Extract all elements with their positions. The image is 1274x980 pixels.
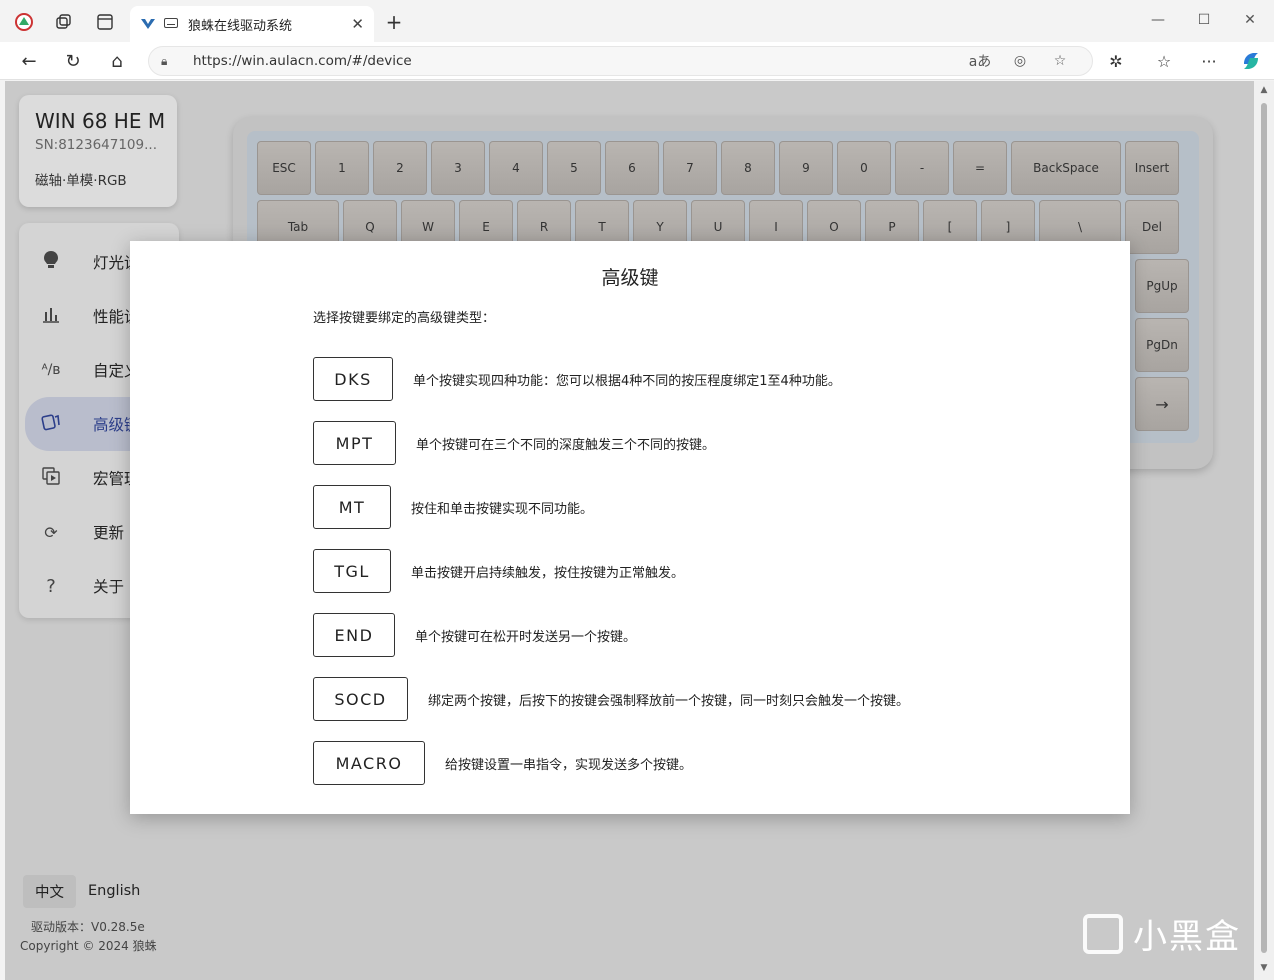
device-card[interactable]: WIN 68 HE M SN:8123647109... 磁轴·单模·RGB (19, 95, 177, 207)
mt-description: 按住和单击按键实现不同功能。 (411, 501, 594, 517)
key[interactable]: 8 (721, 141, 775, 195)
device-name: WIN 68 HE M (35, 109, 166, 133)
copyright: Copyright © 2024 狼蛛 (20, 939, 157, 953)
mpt-button[interactable]: MPT (313, 421, 396, 465)
watermark-logo-icon (1083, 913, 1123, 954)
scroll-down-icon[interactable]: ▼ (1258, 963, 1270, 973)
key[interactable]: Del (1125, 200, 1179, 254)
key-pgdn[interactable]: PgDn (1135, 318, 1189, 372)
bar-chart-icon (39, 305, 63, 327)
advanced-key-dialog: 高级键 选择按键要绑定的高级键类型： DKS 单个按键实现四种功能：您可以根据4… (130, 241, 1130, 814)
lang-en-button[interactable]: English (76, 877, 152, 905)
close-tab-icon[interactable]: ✕ (351, 15, 364, 33)
key[interactable]: 9 (779, 141, 833, 195)
new-tab-icon[interactable]: + (382, 10, 406, 34)
advanced-key-icon (39, 413, 63, 435)
mpt-description: 单个按键可在三个不同的深度触发三个不同的按键。 (416, 437, 716, 453)
scroll-thumb[interactable] (1261, 103, 1267, 953)
dialog-title: 高级键 (601, 267, 659, 289)
device-spec: 磁轴·单模·RGB (35, 173, 127, 189)
more-menu-icon[interactable]: ··· (1196, 48, 1222, 74)
browser-toolbar: ← ↻ ⌂ 🔒︎ https://win.aulacn.com/#/device… (0, 42, 1274, 80)
tracking-icon[interactable]: ◎ (1000, 53, 1040, 69)
question-icon: ? (46, 575, 56, 597)
watermark-text: 小黑盒 (1133, 917, 1241, 957)
option-row-tgl: TGL 单击按键开启持续触发，按住按键为正常触发。 (313, 549, 684, 593)
key-pgup[interactable]: PgUp (1135, 259, 1189, 313)
sidebar-item-label: 关于 (93, 578, 125, 596)
tab-actions-icon[interactable] (93, 10, 117, 34)
end-button[interactable]: END (313, 613, 395, 657)
watermark: 小黑盒 (1083, 909, 1241, 958)
site-favicon-icon (140, 16, 156, 32)
key[interactable]: = (953, 141, 1007, 195)
tgl-description: 单击按键开启持续触发，按住按键为正常触发。 (411, 565, 685, 581)
option-row-macro: MACRO 给按键设置一串指令，实现发送多个按键。 (313, 741, 692, 785)
read-aloud-icon[interactable]: aあ (960, 51, 1000, 71)
language-switch: 中文 English (23, 874, 152, 908)
url-text[interactable]: https://win.aulacn.com/#/device (193, 53, 960, 69)
minimize-icon[interactable]: — (1146, 8, 1170, 32)
socd-description: 绑定两个按键，后按下的按键会强制释放前一个按键，同一时刻只会触发一个按键。 (428, 693, 910, 709)
workspaces-icon[interactable] (51, 10, 75, 34)
option-row-mpt: MPT 单个按键可在三个不同的深度触发三个不同的按键。 (313, 421, 715, 465)
tgl-button[interactable]: TGL (313, 549, 391, 593)
profile-icon[interactable] (12, 10, 36, 34)
macro-description: 给按键设置一串指令，实现发送多个按键。 (445, 757, 693, 773)
tab-title: 狼蛛在线驱动系统 (188, 18, 293, 34)
option-row-end: END 单个按键可在松开时发送另一个按键。 (313, 613, 636, 657)
back-icon[interactable]: ← (16, 48, 42, 74)
key[interactable]: 4 (489, 141, 543, 195)
dks-button[interactable]: DKS (313, 357, 393, 401)
refresh-icon: ⟳ (44, 522, 58, 542)
browser-tab[interactable]: 狼蛛在线驱动系统 ✕ (130, 6, 374, 42)
dks-description: 单个按键实现四种功能：您可以根据4种不同的按压程度绑定1至4种功能。 (413, 373, 841, 389)
option-row-mt: MT 按住和单击按键实现不同功能。 (313, 485, 593, 529)
home-icon[interactable]: ⌂ (104, 48, 130, 74)
page-scrollbar[interactable]: ▲ ▼ (1254, 81, 1274, 980)
keyboard-icon (164, 17, 178, 31)
key[interactable]: - (895, 141, 949, 195)
key[interactable]: 0 (837, 141, 891, 195)
address-bar[interactable]: 🔒︎ https://win.aulacn.com/#/device aあ ◎ … (148, 46, 1093, 76)
key[interactable]: 1 (315, 141, 369, 195)
favorite-star-icon[interactable]: ☆ (1040, 53, 1080, 69)
socd-button[interactable]: SOCD (313, 677, 408, 721)
end-description: 单个按键可在松开时发送另一个按键。 (415, 629, 637, 645)
key[interactable]: 2 (373, 141, 427, 195)
option-row-socd: SOCD 绑定两个按键，后按下的按键会强制释放前一个按键，同一时刻只会触发一个按… (313, 677, 909, 721)
key-row-1: ESC 1 2 3 4 5 6 7 8 9 0 - = BackSpace In… (257, 141, 1183, 199)
dialog-prompt: 选择按键要绑定的高级键类型： (313, 311, 496, 326)
key[interactable]: 5 (547, 141, 601, 195)
key[interactable]: 7 (663, 141, 717, 195)
lightbulb-icon (39, 250, 63, 274)
sidebar-item-label: 更新 (93, 524, 125, 542)
browser-tab-bar: 狼蛛在线驱动系统 ✕ + — ☐ ✕ (0, 0, 1274, 42)
copilot-icon[interactable] (1238, 48, 1264, 74)
key[interactable]: ESC (257, 141, 311, 195)
refresh-icon[interactable]: ↻ (60, 48, 86, 74)
remap-icon: ᴬ/ʙ (41, 362, 61, 378)
key[interactable]: BackSpace (1011, 141, 1121, 195)
key[interactable]: 3 (431, 141, 485, 195)
scroll-up-icon[interactable]: ▲ (1258, 85, 1270, 95)
mt-button[interactable]: MT (313, 485, 391, 529)
close-window-icon[interactable]: ✕ (1238, 8, 1262, 32)
favorites-icon[interactable]: ☆ (1151, 48, 1177, 74)
key-arrow-right[interactable]: → (1135, 377, 1189, 431)
driver-version: 驱动版本：V0.28.5e (31, 920, 145, 934)
lock-icon[interactable]: 🔒︎ (161, 54, 183, 69)
lang-zh-button[interactable]: 中文 (23, 874, 76, 908)
maximize-icon[interactable]: ☐ (1192, 8, 1216, 32)
key[interactable]: 6 (605, 141, 659, 195)
device-serial: SN:8123647109... (35, 137, 157, 153)
extensions-icon[interactable]: ✲ (1103, 48, 1129, 74)
option-row-dks: DKS 单个按键实现四种功能：您可以根据4种不同的按压程度绑定1至4种功能。 (313, 357, 841, 401)
macro-button[interactable]: MACRO (313, 741, 425, 785)
key[interactable]: Insert (1125, 141, 1179, 195)
macro-icon (39, 467, 63, 489)
